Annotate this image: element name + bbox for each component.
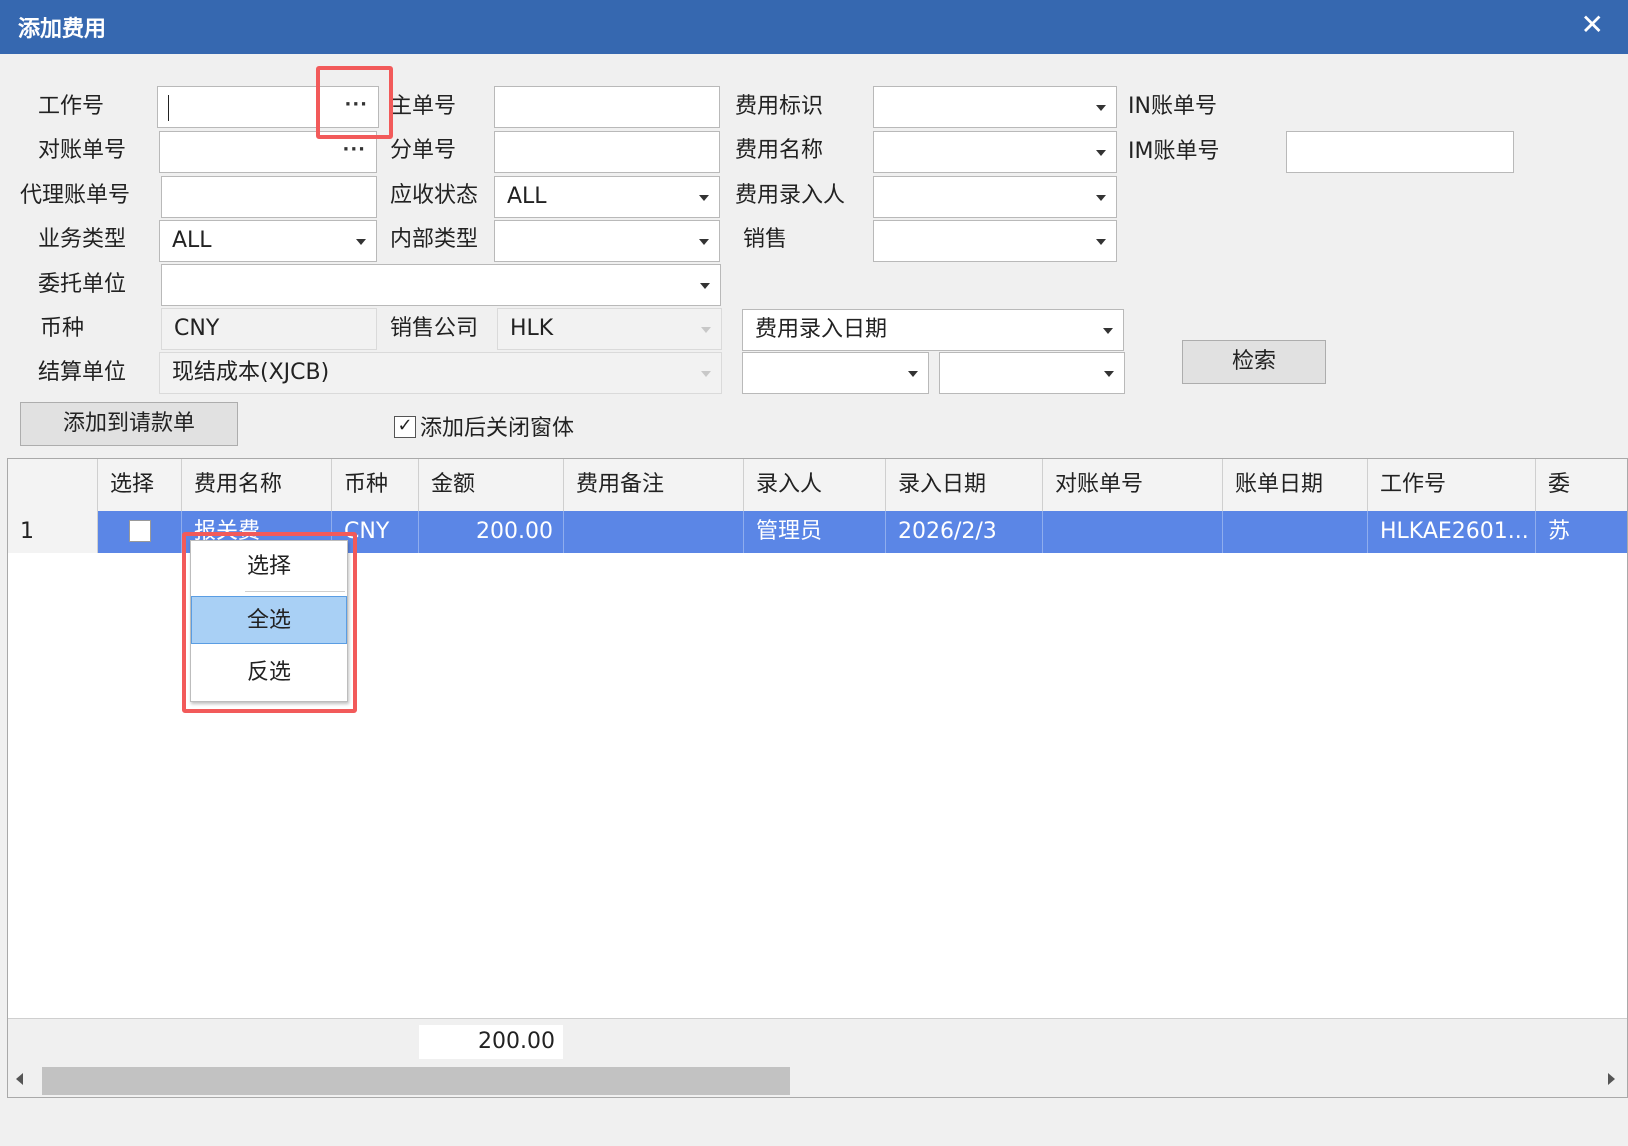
sales-label: 销售 [743, 227, 788, 252]
title-bar: 添加费用 ✕ [0, 0, 1628, 54]
fee-name-label: 费用名称 [735, 138, 824, 163]
recon-no-label: 对账单号 [38, 138, 127, 163]
consignor-select[interactable] [161, 264, 721, 306]
fee-flag-label: 费用标识 [735, 94, 824, 119]
dropdown-arrow-icon [700, 283, 710, 289]
dropdown-arrow-icon [701, 327, 711, 333]
main-bill-no-label: 主单号 [390, 94, 457, 119]
horizontal-scrollbar[interactable] [8, 1064, 1627, 1097]
dropdown-arrow-icon [1096, 105, 1106, 111]
header-amount[interactable]: 金额 [419, 459, 564, 511]
header-entry-date[interactable]: 录入日期 [886, 459, 1043, 511]
business-type-label: 业务类型 [38, 227, 127, 252]
close-after-add-checkbox[interactable]: ✓ 添加后关闭窗体 [394, 414, 574, 444]
internal-type-select[interactable] [494, 220, 720, 262]
job-no-cell[interactable]: HLKAE2601... [1368, 511, 1536, 553]
dropdown-arrow-icon [1096, 239, 1106, 245]
fee-name-select[interactable] [873, 131, 1117, 173]
dropdown-arrow-icon [1104, 371, 1114, 377]
receivable-status-select[interactable]: ALL [494, 176, 720, 218]
header-row-number [8, 459, 98, 511]
dropdown-arrow-icon [908, 371, 918, 377]
header-select[interactable]: 选择 [98, 459, 182, 511]
menu-item-select[interactable]: 选择 [191, 543, 347, 591]
consignor-label: 委托单位 [38, 272, 127, 297]
sub-bill-no-label: 分单号 [390, 138, 457, 163]
agent-bill-no-label: 代理账单号 [20, 183, 131, 208]
settlement-unit-select: 现结成本(XJCB) [159, 352, 722, 394]
entry-date-cell[interactable]: 2026/2/3 [886, 511, 1043, 553]
amount-cell[interactable]: 200.00 [419, 511, 564, 553]
total-amount: 200.00 [419, 1025, 563, 1059]
recon-no-cell[interactable] [1043, 511, 1223, 553]
recon-no-input[interactable]: ··· [159, 131, 377, 173]
consignor-cell[interactable]: 苏 [1536, 511, 1627, 553]
job-no-input[interactable]: ··· [157, 86, 379, 128]
scroll-left-icon[interactable] [16, 1073, 23, 1085]
sub-bill-no-input[interactable] [494, 131, 720, 173]
text-cursor [168, 95, 169, 121]
in-bill-no-label: IN账单号 [1128, 94, 1217, 119]
dropdown-arrow-icon [701, 371, 711, 377]
search-button[interactable]: 检索 [1182, 340, 1326, 384]
fee-entry-person-label: 费用录入人 [735, 183, 846, 208]
dropdown-arrow-icon [699, 239, 709, 245]
dropdown-arrow-icon [699, 195, 709, 201]
receivable-status-label: 应收状态 [390, 183, 479, 208]
window-title: 添加费用 [18, 17, 107, 42]
date-to-picker[interactable] [939, 352, 1125, 394]
sales-company-label: 销售公司 [390, 316, 479, 341]
bill-date-cell[interactable] [1223, 511, 1368, 553]
im-bill-no-label: IM账单号 [1128, 139, 1220, 164]
header-fee-note[interactable]: 费用备注 [564, 459, 744, 511]
header-fee-name[interactable]: 费用名称 [182, 459, 332, 511]
settlement-unit-label: 结算单位 [38, 360, 127, 385]
ellipsis-icon[interactable]: ··· [344, 87, 368, 125]
scroll-right-icon[interactable] [1608, 1073, 1615, 1085]
row-select-cell[interactable] [98, 511, 182, 553]
header-recon-no[interactable]: 对账单号 [1043, 459, 1223, 511]
currency-field: CNY [161, 308, 377, 350]
menu-separator [245, 591, 345, 592]
close-icon[interactable]: ✕ [1581, 8, 1604, 42]
business-type-select[interactable]: ALL [159, 220, 377, 262]
header-job-no[interactable]: 工作号 [1368, 459, 1536, 511]
menu-item-select-all[interactable]: 全选 [191, 596, 347, 644]
internal-type-label: 内部类型 [390, 227, 479, 252]
row-number: 1 [8, 511, 98, 553]
menu-item-invert-selection[interactable]: 反选 [191, 649, 347, 697]
fee-entry-person-select[interactable] [873, 176, 1117, 218]
add-to-request-button[interactable]: 添加到请款单 [20, 402, 238, 446]
header-consignor[interactable]: 委 [1536, 459, 1627, 511]
row-select-checkbox[interactable] [129, 520, 151, 542]
currency-label: 币种 [40, 316, 85, 341]
date-type-select[interactable]: 费用录入日期 [742, 309, 1124, 351]
entered-by-cell[interactable]: 管理员 [744, 511, 886, 553]
main-bill-no-input[interactable] [494, 86, 720, 128]
dropdown-arrow-icon [1096, 150, 1106, 156]
job-no-label: 工作号 [38, 94, 105, 119]
scrollbar-thumb[interactable] [42, 1067, 790, 1095]
date-from-picker[interactable] [742, 352, 929, 394]
context-menu: 选择 全选 反选 [190, 540, 348, 702]
fee-flag-select[interactable] [873, 86, 1117, 128]
agent-bill-no-input[interactable] [161, 176, 377, 218]
ellipsis-icon[interactable]: ··· [342, 132, 366, 170]
header-bill-date[interactable]: 账单日期 [1223, 459, 1368, 511]
grid-footer: 200.00 [8, 1018, 1627, 1065]
sales-company-select: HLK [497, 308, 722, 350]
dropdown-arrow-icon [356, 239, 366, 245]
checkbox-check-icon[interactable]: ✓ [394, 416, 416, 438]
close-after-add-label: 添加后关闭窗体 [420, 416, 575, 441]
header-currency[interactable]: 币种 [332, 459, 419, 511]
header-entered-by[interactable]: 录入人 [744, 459, 886, 511]
im-bill-no-input[interactable] [1286, 131, 1514, 173]
grid-header: 选择 费用名称 币种 金额 费用备注 录入人 录入日期 对账单号 账单日期 工作… [8, 459, 1627, 512]
fee-note-cell[interactable] [564, 511, 744, 553]
dropdown-arrow-icon [1103, 328, 1113, 334]
sales-select[interactable] [873, 220, 1117, 262]
dropdown-arrow-icon [1096, 195, 1106, 201]
